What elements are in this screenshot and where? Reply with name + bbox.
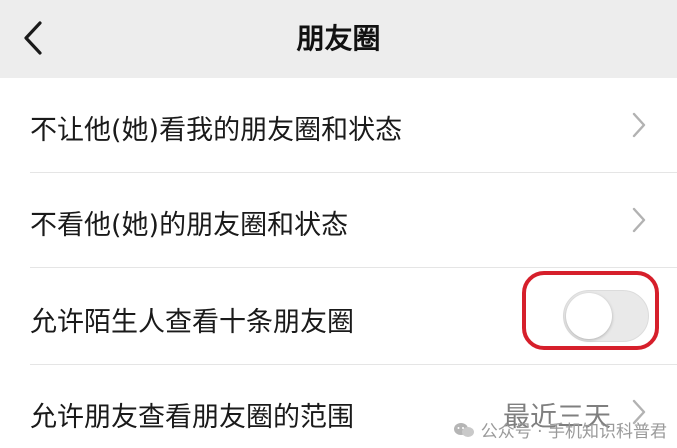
chevron-left-icon — [24, 21, 42, 55]
chevron-right-icon — [632, 207, 646, 233]
setting-row-hide-my-moments[interactable]: 不让他(她)看我的朋友圈和状态 — [0, 78, 677, 172]
setting-row-strangers-view-ten-posts: 允许陌生人查看十条朋友圈 — [0, 268, 677, 364]
setting-row-label: 不让他(她)看我的朋友圈和状态 — [30, 115, 403, 146]
setting-row-label: 允许陌生人查看十条朋友圈 — [30, 307, 354, 338]
setting-row-label: 不看他(她)的朋友圈和状态 — [30, 210, 349, 241]
watermark: 公众号 · 手机知识科普君 — [453, 417, 667, 442]
setting-row-label: 允许朋友查看朋友圈的范围 — [30, 402, 354, 433]
page-title: 朋友圈 — [296, 22, 381, 55]
toggle-knob — [566, 293, 612, 339]
strangers-view-toggle[interactable] — [563, 290, 649, 342]
setting-row-hide-their-moments[interactable]: 不看他(她)的朋友圈和状态 — [0, 173, 677, 267]
chevron-right-icon — [632, 112, 646, 138]
wechat-official-account-icon — [453, 422, 474, 437]
back-button[interactable] — [14, 18, 54, 58]
screen: 朋友圈 不让他(她)看我的朋友圈和状态 不看他(她)的朋友圈和状态 允许陌生人查… — [0, 0, 677, 448]
watermark-text: 公众号 · 手机知识科普君 — [480, 422, 667, 442]
navigation-bar: 朋友圈 — [0, 0, 677, 78]
